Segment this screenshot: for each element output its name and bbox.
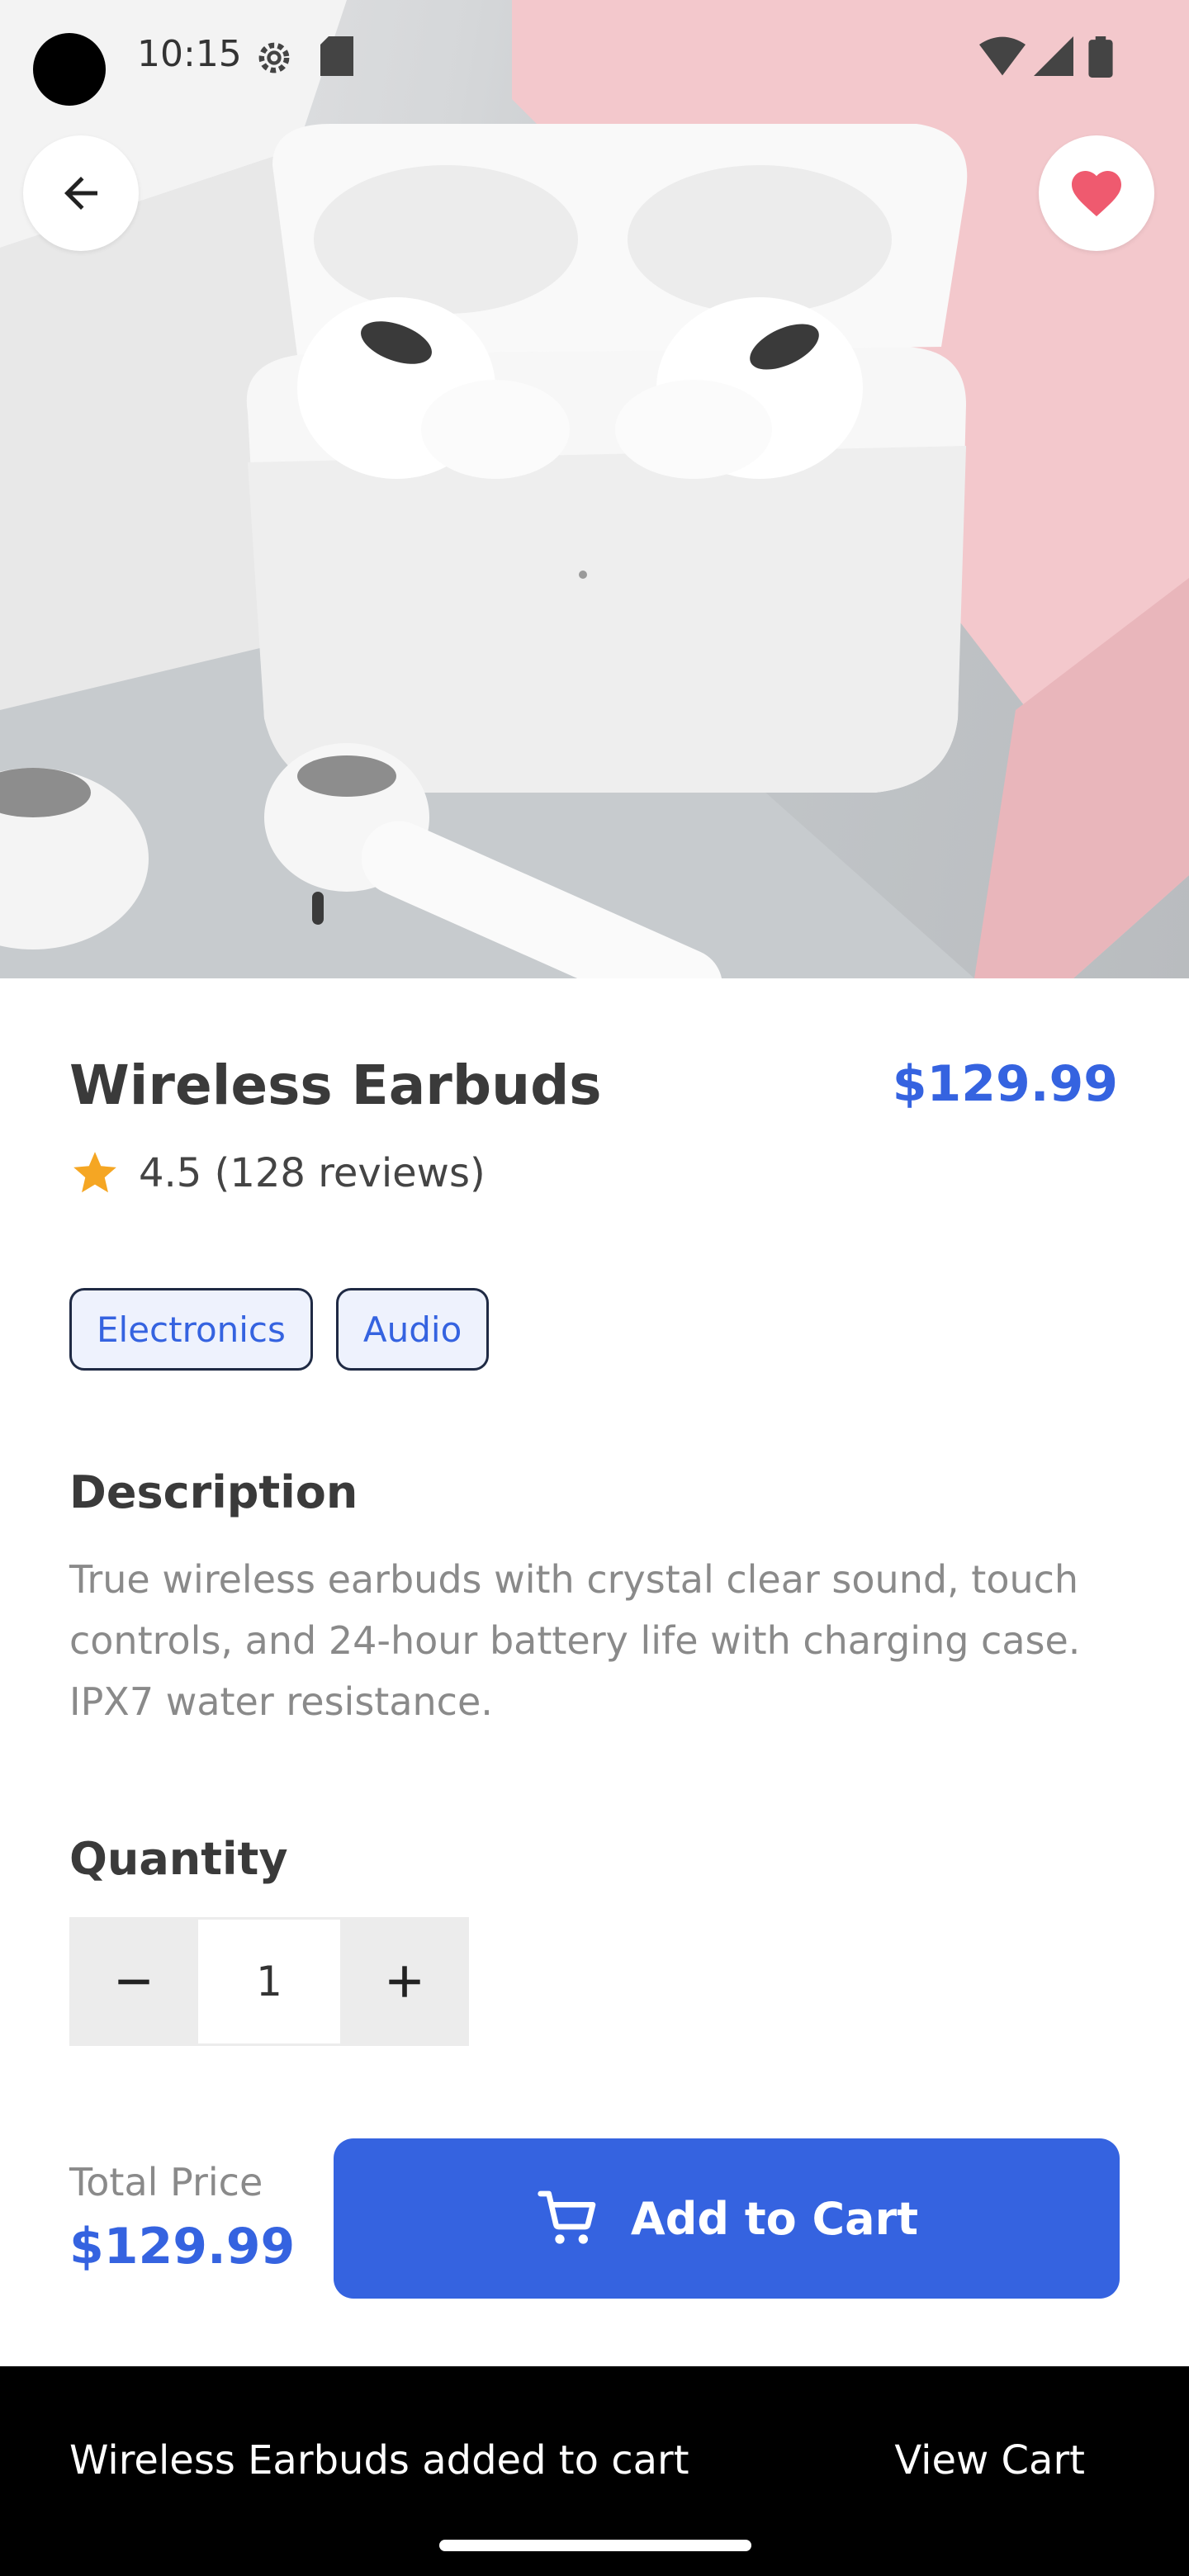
rating-text: 4.5 (128 reviews) (139, 1150, 486, 1196)
status-time: 10:15 (137, 33, 242, 75)
settings-icon (258, 42, 290, 73)
favorite-button[interactable] (1039, 135, 1154, 251)
plus-icon (389, 1966, 420, 1997)
product-price: $129.99 (892, 1055, 1118, 1113)
home-indicator[interactable] (439, 2540, 751, 2551)
description-text: True wireless earbuds with crystal clear… (69, 1557, 1081, 1724)
snackbar-message: Wireless Earbuds added to cart (69, 2437, 689, 2484)
product-image (0, 0, 1189, 978)
cart-icon (538, 2190, 596, 2244)
status-bar: 10:15 (0, 0, 1189, 116)
quantity-stepper: 1 (69, 1917, 469, 2046)
battery-icon (1088, 36, 1113, 78)
tag-audio[interactable]: Audio (335, 1288, 490, 1371)
heart-icon (1072, 171, 1121, 217)
total-price-label: Total Price (69, 2160, 263, 2204)
minus-icon (118, 1979, 149, 1985)
increase-button[interactable] (340, 1917, 469, 2046)
total-price-value: $129.99 (69, 2218, 296, 2275)
sd-card-icon (320, 36, 353, 76)
earbuds-photo (0, 0, 1189, 978)
product-title: Wireless Earbuds (69, 1054, 602, 1117)
tag-electronics[interactable]: Electronics (69, 1288, 313, 1371)
snackbar: Wireless Earbuds added to cart View Cart (0, 2366, 1189, 2576)
wifi-icon (979, 36, 1026, 76)
back-button[interactable] (23, 135, 139, 251)
quantity-heading: Quantity (69, 1833, 288, 1885)
signal-icon (1034, 36, 1073, 76)
category-tags: Electronics Audio (69, 1288, 490, 1371)
decrease-button[interactable] (69, 1917, 198, 2046)
view-cart-button[interactable]: View Cart (894, 2437, 1085, 2484)
back-arrow-icon (64, 177, 97, 210)
star-icon (73, 1152, 116, 1193)
add-to-cart-label: Add to Cart (630, 2192, 919, 2245)
description-heading: Description (69, 1466, 358, 1518)
quantity-value: 1 (198, 1917, 340, 2046)
add-to-cart-button[interactable]: Add to Cart (334, 2138, 1120, 2299)
rating-row: 4.5 (128 reviews) (69, 1148, 486, 1199)
camera-cutout (33, 33, 106, 106)
